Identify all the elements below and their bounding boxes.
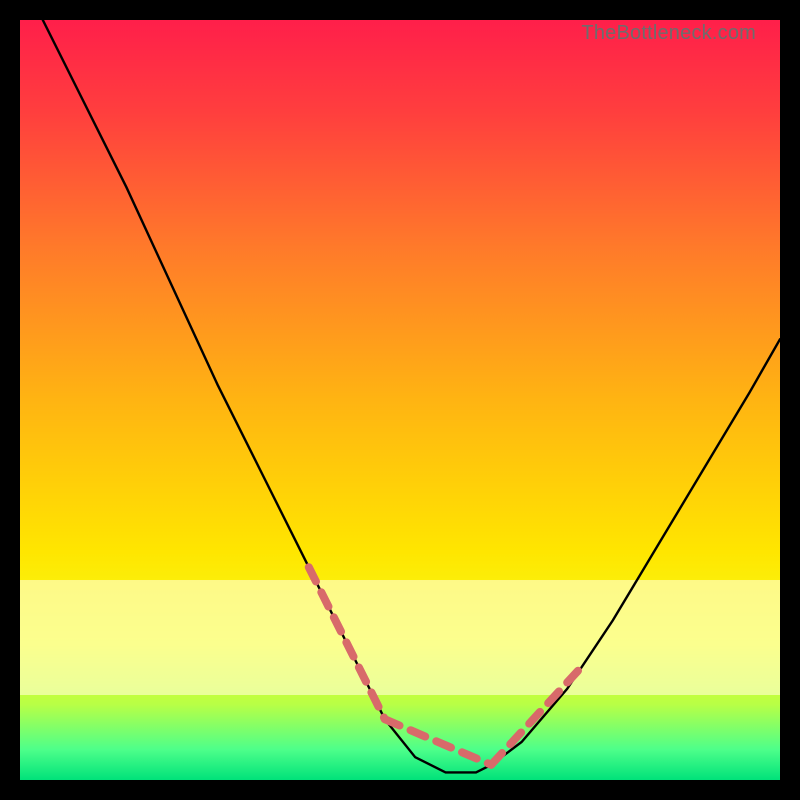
yellow-haze-band [20,580,780,695]
bottleneck-plot [20,20,780,780]
chart-frame: TheBottleneck.com [20,20,780,780]
watermark-text: TheBottleneck.com [581,22,756,45]
